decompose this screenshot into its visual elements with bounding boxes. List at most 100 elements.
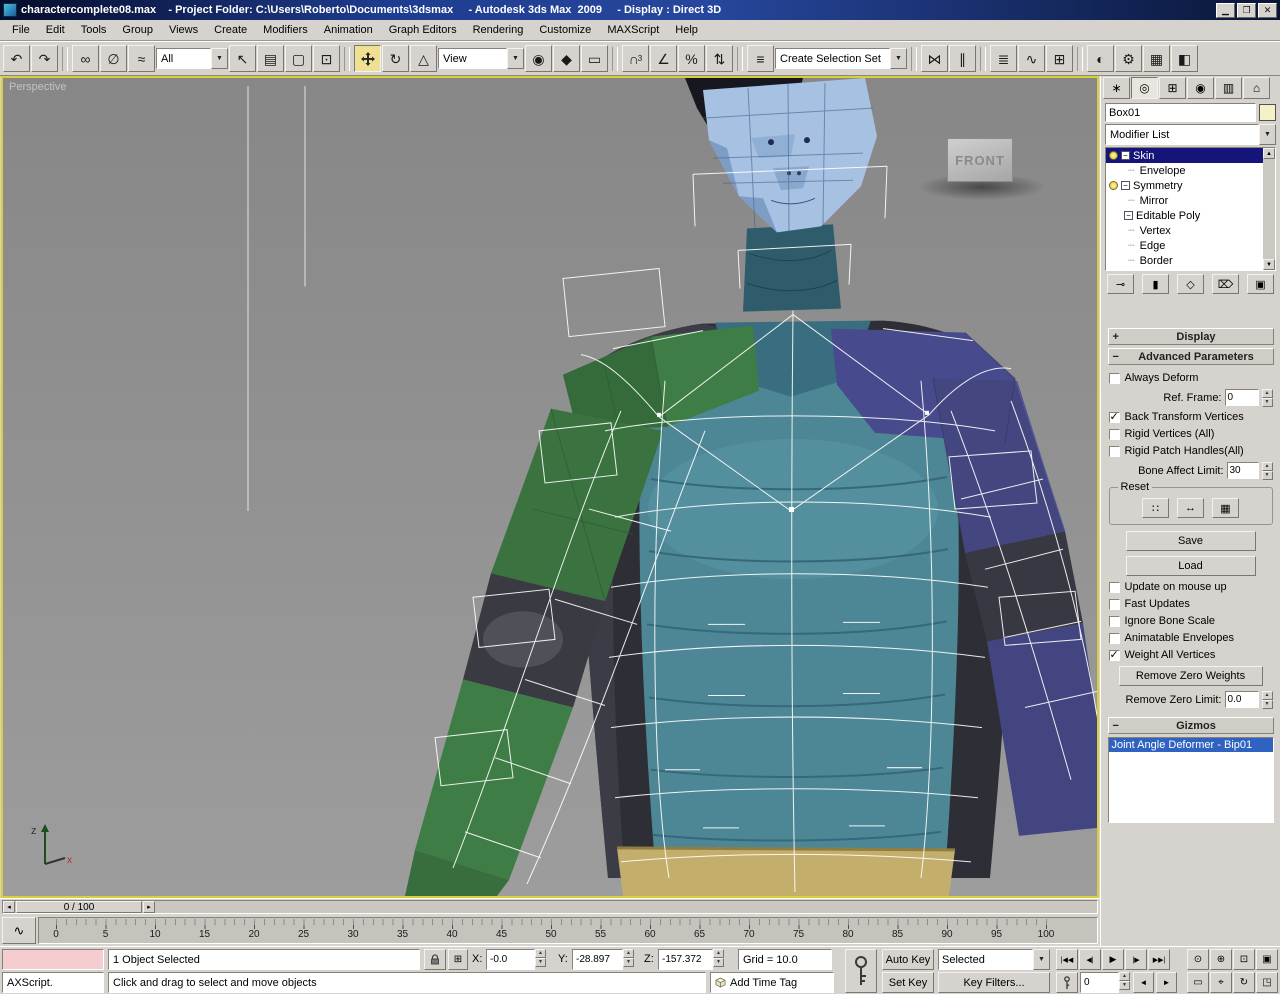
menu-item-views[interactable]: Views: [161, 21, 206, 39]
bind-to-space-warp-button[interactable]: ≈: [128, 45, 155, 72]
tab-motion[interactable]: ◉: [1187, 77, 1214, 99]
tab-utilities[interactable]: ⌂: [1243, 77, 1270, 99]
checkbox-always-deform[interactable]: Always Deform: [1108, 372, 1273, 384]
remove-zero-limit-spinner[interactable]: ▲ ▼: [1261, 691, 1273, 709]
visibility-bulb-icon[interactable]: [1109, 181, 1118, 190]
stack-item-editable-poly[interactable]: − Editable Poly: [1106, 208, 1263, 223]
go-to-start-button[interactable]: |◀◀: [1056, 949, 1078, 970]
stack-scrollbar[interactable]: ▲ ▼: [1263, 148, 1275, 270]
window-crossing-toggle[interactable]: ⊡: [313, 45, 340, 72]
dropdown-arrow-icon[interactable]: ▼: [1033, 949, 1050, 970]
collapse-icon[interactable]: −: [1121, 151, 1130, 160]
arc-rotate-button[interactable]: ↻: [1233, 972, 1255, 993]
schematic-view-button[interactable]: ⊞: [1046, 45, 1073, 72]
reset-selected-vertices-button[interactable]: ∷: [1142, 498, 1169, 518]
stack-item-vertex[interactable]: Vertex: [1106, 223, 1263, 238]
reset-selected-bones-button[interactable]: ↔: [1177, 498, 1204, 518]
next-key-button[interactable]: ►: [1156, 972, 1177, 993]
menu-item-group[interactable]: Group: [114, 21, 161, 39]
previous-frame-button[interactable]: ◀|: [1079, 949, 1101, 970]
tab-create[interactable]: ∗: [1103, 77, 1130, 99]
checkbox-ignore-bone-scale[interactable]: Ignore Bone Scale: [1108, 615, 1273, 627]
select-object-button[interactable]: ↖: [229, 45, 256, 72]
tab-display[interactable]: ▥: [1215, 77, 1242, 99]
unlink-selection-button[interactable]: ∅: [100, 45, 127, 72]
select-by-name-button[interactable]: ▤: [257, 45, 284, 72]
mirror-button[interactable]: ⋈: [921, 45, 948, 72]
make-unique-button[interactable]: ◇: [1177, 274, 1204, 294]
checkbox-rigid-vertices[interactable]: Rigid Vertices (All): [1108, 428, 1273, 440]
bone-affect-limit-field[interactable]: 30: [1226, 462, 1259, 479]
key-filters-button[interactable]: Key Filters...: [938, 972, 1050, 993]
checkbox-weight-all-vertices[interactable]: Weight All Vertices: [1108, 648, 1273, 661]
checkbox-back-transform-vertices[interactable]: Back Transform Vertices: [1108, 410, 1273, 423]
configure-modifier-sets-button[interactable]: ▣: [1247, 274, 1274, 294]
angle-snap-toggle[interactable]: ∠: [650, 45, 677, 72]
add-time-tag-field[interactable]: Add Time Tag: [710, 972, 834, 993]
menu-item-modifiers[interactable]: Modifiers: [255, 21, 316, 39]
viewport-label[interactable]: Perspective: [9, 81, 66, 93]
time-slider-track[interactable]: ◂ 0 / 100 ▸: [2, 900, 1098, 914]
bone-affect-limit-spinner[interactable]: ▲ ▼: [1261, 462, 1273, 480]
spinner-snap-toggle[interactable]: ⇅: [706, 45, 733, 72]
object-name-field[interactable]: [1105, 103, 1256, 122]
x-spinner[interactable]: ▲ ▼: [535, 949, 546, 967]
zoom-region-button[interactable]: ▭: [1187, 972, 1209, 993]
render-setup-button[interactable]: ⚙: [1115, 45, 1142, 72]
stack-item-skin[interactable]: − Skin: [1106, 148, 1263, 163]
collapse-icon[interactable]: −: [1121, 181, 1130, 190]
zoom-extents-all-button[interactable]: ▣: [1256, 949, 1278, 970]
scroll-down-icon[interactable]: ▼: [1263, 259, 1275, 270]
previous-frame-arrow[interactable]: ◂: [3, 901, 15, 913]
redo-button[interactable]: ↷: [31, 45, 58, 72]
quick-render-button[interactable]: ◧: [1171, 45, 1198, 72]
minimize-button[interactable]: ▁: [1216, 2, 1235, 18]
load-button[interactable]: Load: [1125, 556, 1256, 576]
layer-manager-button[interactable]: ≣: [990, 45, 1017, 72]
remove-zero-limit-field[interactable]: 0.0: [1224, 691, 1259, 708]
menu-item-maxscript[interactable]: MAXScript: [599, 21, 667, 39]
scroll-up-icon[interactable]: ▲: [1263, 148, 1275, 159]
menu-item-file[interactable]: File: [4, 21, 38, 39]
y-coordinate-field[interactable]: -28.897 ▲ ▼: [572, 949, 634, 970]
tab-modify[interactable]: ◎: [1131, 77, 1158, 99]
menu-item-create[interactable]: Create: [206, 21, 255, 39]
viewport[interactable]: Perspective FRONT z x: [1, 76, 1099, 898]
modifier-list-dropdown[interactable]: Modifier List ▼: [1105, 124, 1276, 145]
remove-zero-weights-button[interactable]: Remove Zero Weights: [1118, 666, 1263, 686]
trackbar-ruler[interactable]: 0 5 10 15 20 25 30 35 40 45 50 55 60 65 70 75 80 85 90 95 10…: [38, 917, 1098, 944]
zoom-button[interactable]: ⊙: [1187, 949, 1209, 970]
align-button[interactable]: ∥: [949, 45, 976, 72]
menu-item-edit[interactable]: Edit: [38, 21, 73, 39]
maximize-button[interactable]: ❐: [1237, 2, 1256, 18]
save-button[interactable]: Save: [1125, 531, 1256, 551]
checkbox-update-on-mouse-up[interactable]: Update on mouse up: [1108, 581, 1273, 593]
menu-item-graph-editors[interactable]: Graph Editors: [381, 21, 465, 39]
dropdown-arrow-icon[interactable]: ▼: [890, 48, 907, 69]
checkbox-rigid-patch-handles[interactable]: Rigid Patch Handles(All): [1108, 445, 1273, 457]
ref-frame-field[interactable]: 0: [1224, 389, 1259, 406]
select-and-rotate-button[interactable]: ↻: [382, 45, 409, 72]
time-slider-handle[interactable]: 0 / 100: [16, 901, 142, 913]
maxscript-listener-field[interactable]: AXScript.: [2, 972, 104, 993]
select-and-scale-button[interactable]: △: [410, 45, 437, 72]
checkbox-animatable-envelopes[interactable]: Animatable Envelopes: [1108, 632, 1273, 644]
select-and-manipulate-button[interactable]: ◆: [553, 45, 580, 72]
menu-item-help[interactable]: Help: [667, 21, 706, 39]
stack-item-envelope[interactable]: Envelope: [1106, 163, 1263, 178]
dropdown-arrow-icon[interactable]: ▼: [507, 48, 524, 69]
reference-coordinate-dropdown[interactable]: View ▼: [438, 48, 524, 69]
rectangular-selection-region-button[interactable]: ▢: [285, 45, 312, 72]
go-to-end-button[interactable]: ▶▶|: [1148, 949, 1170, 970]
min-max-toggle-button[interactable]: ◳: [1256, 972, 1278, 993]
undo-button[interactable]: ↶: [3, 45, 30, 72]
previous-key-button[interactable]: ◄: [1133, 972, 1154, 993]
close-button[interactable]: ✕: [1258, 2, 1277, 18]
stack-item-symmetry[interactable]: − Symmetry: [1106, 178, 1263, 193]
remove-modifier-button[interactable]: ⌦: [1212, 274, 1239, 294]
next-frame-arrow[interactable]: ▸: [143, 901, 155, 913]
checkbox-fast-updates[interactable]: Fast Updates: [1108, 598, 1273, 610]
snaps-toggle-3d[interactable]: ∩ 3: [622, 45, 649, 72]
stack-item-edge[interactable]: Edge: [1106, 238, 1263, 253]
keyboard-shortcut-override-toggle[interactable]: ▭: [581, 45, 608, 72]
